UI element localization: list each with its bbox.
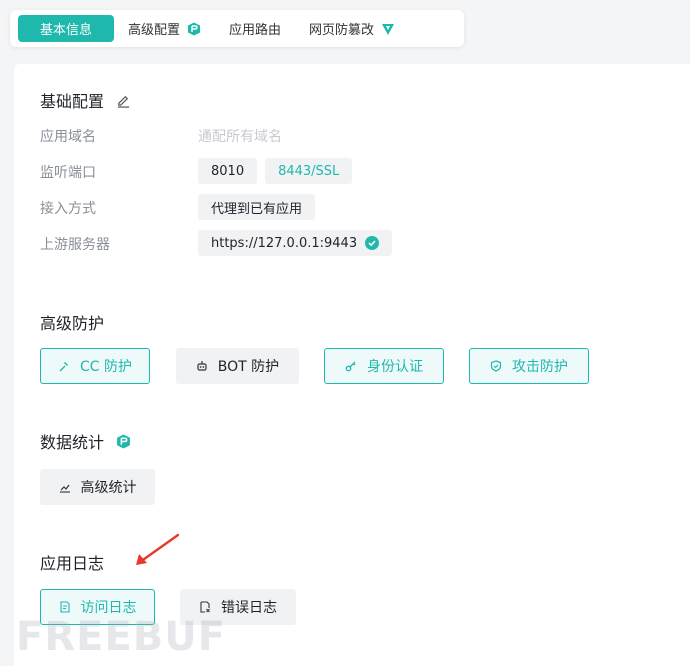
domain-value: 通配所有域名 [198, 129, 282, 145]
pro-badge-icon [116, 434, 131, 449]
section-heading: 应用日志 [40, 554, 105, 573]
section-heading: 数据统计 [40, 433, 105, 452]
tab-tamper-protection[interactable]: 网页防篡改 [295, 15, 409, 42]
access-label: 接入方式 [40, 201, 96, 217]
advanced-stats-button[interactable]: 高级统计 [40, 469, 155, 505]
tab-label: 基本信息 [40, 23, 93, 38]
button-label: 高级统计 [80, 480, 137, 496]
chart-icon [59, 481, 71, 493]
domain-label: 应用域名 [40, 129, 96, 145]
shield-icon [490, 360, 502, 372]
port-chip: 8010 [198, 158, 258, 184]
app-logs-title: 应用日志 [40, 550, 104, 574]
access-value-row: 代理到已有应用 [198, 194, 316, 220]
document-icon [59, 601, 71, 613]
data-stats-title: 数据统计 [40, 429, 131, 453]
tab-basic-info[interactable]: 基本信息 [18, 15, 115, 42]
auth-button[interactable]: 身份认证 [324, 348, 444, 384]
upstream-url: https://127.0.0.1:9443 [211, 235, 358, 251]
attack-protect-button[interactable]: 攻击防护 [469, 348, 589, 384]
upstream-label: 上游服务器 [40, 237, 110, 253]
tab-bar: 基本信息 高级配置 应用路由 网页防篡改 [10, 10, 464, 47]
tab-advanced-config[interactable]: 高级配置 [114, 15, 215, 42]
upstream-value-row: https://127.0.0.1:9443 [198, 230, 393, 256]
button-label: 攻击防护 [512, 359, 568, 375]
app-detail-card: 基础配置 应用域名 通配所有域名 监听端口 8010 8443/SSL 接入方式… [14, 64, 690, 666]
watermark-logo: FREEBUF [16, 614, 227, 660]
port-values: 8010 8443/SSL [198, 158, 353, 184]
key-icon [345, 360, 357, 372]
port-label: 监听端口 [40, 165, 96, 181]
robot-icon [196, 360, 208, 372]
edit-icon[interactable] [116, 93, 131, 108]
pro-badge-icon [187, 22, 201, 36]
cc-protect-button[interactable]: CC 防护 [40, 348, 150, 384]
button-label: 身份认证 [367, 359, 423, 375]
button-label: CC 防护 [79, 359, 132, 375]
section-heading: 高级防护 [40, 314, 105, 333]
ssl-port-chip: 8443/SSL [265, 158, 353, 184]
upstream-chip: https://127.0.0.1:9443 [198, 230, 393, 256]
error-document-icon [199, 601, 211, 613]
annotation-arrow-icon [136, 533, 180, 565]
tab-label: 高级配置 [128, 23, 181, 38]
tab-label: 应用路由 [229, 23, 282, 38]
button-label: BOT 防护 [217, 359, 280, 375]
domain-value-row: 通配所有域名 [198, 126, 282, 146]
pro-badge-icon [381, 22, 395, 36]
section-heading: 基础配置 [40, 92, 105, 111]
access-chip: 代理到已有应用 [198, 194, 316, 220]
advanced-protect-title: 高级防护 [40, 310, 104, 334]
tab-label: 网页防篡改 [309, 23, 375, 38]
basic-config-title: 基础配置 [40, 88, 131, 112]
button-label: 错误日志 [221, 600, 277, 616]
check-circle-icon [365, 236, 380, 250]
hammer-icon [58, 360, 70, 372]
bot-protect-button[interactable]: BOT 防护 [176, 348, 299, 384]
tab-app-routes[interactable]: 应用路由 [215, 15, 295, 42]
